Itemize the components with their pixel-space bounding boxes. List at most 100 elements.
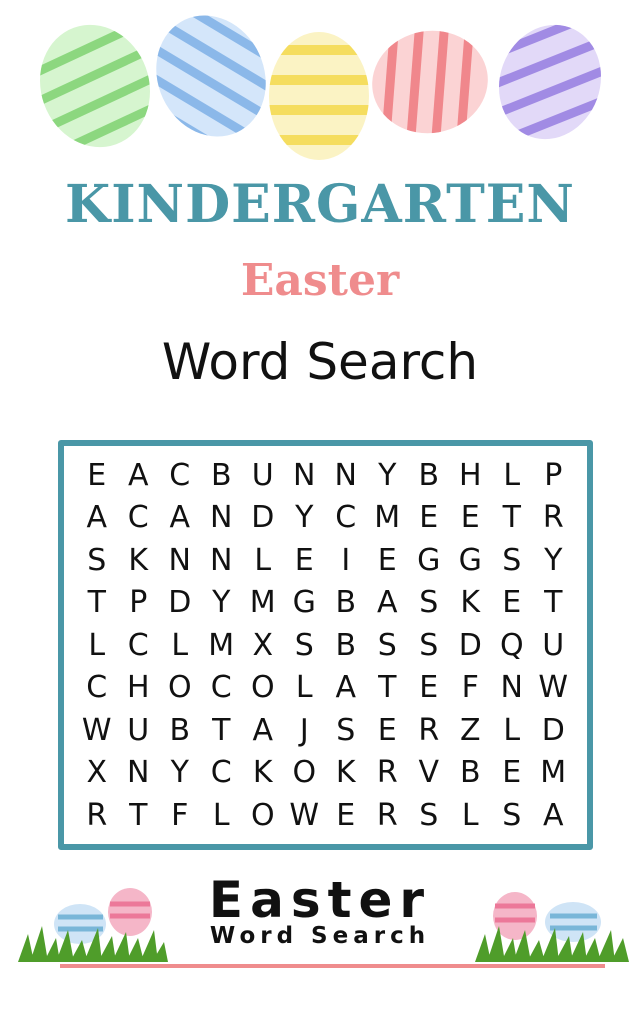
grid-cell[interactable]: Y: [533, 539, 575, 582]
grid-cell[interactable]: Y: [367, 454, 409, 497]
grid-cell[interactable]: N: [201, 497, 243, 540]
grid-cell[interactable]: G: [408, 539, 450, 582]
grid-cell[interactable]: L: [201, 794, 243, 837]
grid-cell[interactable]: K: [450, 582, 492, 625]
grid-cell[interactable]: S: [408, 794, 450, 837]
grid-cell[interactable]: H: [450, 454, 492, 497]
grid-cell[interactable]: X: [242, 624, 284, 667]
grid-cell[interactable]: Y: [201, 582, 243, 625]
grid-cell[interactable]: L: [284, 667, 326, 710]
grid-cell[interactable]: A: [159, 497, 201, 540]
grid-cell[interactable]: A: [367, 582, 409, 625]
grid-cell[interactable]: M: [242, 582, 284, 625]
grid-cell[interactable]: D: [533, 709, 575, 752]
grid-cell[interactable]: P: [118, 582, 160, 625]
grid-cell[interactable]: L: [450, 794, 492, 837]
grid-cell[interactable]: U: [533, 624, 575, 667]
grid-cell[interactable]: I: [325, 539, 367, 582]
grid-cell[interactable]: S: [408, 624, 450, 667]
grid-cell[interactable]: D: [159, 582, 201, 625]
grid-cell[interactable]: E: [450, 497, 492, 540]
grid-cell[interactable]: L: [491, 454, 533, 497]
grid-cell[interactable]: K: [118, 539, 160, 582]
grid-cell[interactable]: C: [325, 497, 367, 540]
grid-cell[interactable]: E: [367, 709, 409, 752]
grid-cell[interactable]: T: [533, 582, 575, 625]
grid-cell[interactable]: N: [201, 539, 243, 582]
grid-cell[interactable]: W: [284, 794, 326, 837]
grid-cell[interactable]: N: [284, 454, 326, 497]
grid-cell[interactable]: A: [118, 454, 160, 497]
grid-cell[interactable]: E: [408, 497, 450, 540]
grid-cell[interactable]: E: [325, 794, 367, 837]
grid-cell[interactable]: T: [201, 709, 243, 752]
grid-cell[interactable]: S: [325, 709, 367, 752]
grid-cell[interactable]: A: [533, 794, 575, 837]
grid-cell[interactable]: G: [450, 539, 492, 582]
grid-cell[interactable]: M: [533, 752, 575, 795]
grid-cell[interactable]: F: [450, 667, 492, 710]
grid-cell[interactable]: N: [325, 454, 367, 497]
grid-cell[interactable]: O: [284, 752, 326, 795]
grid-cell[interactable]: L: [76, 624, 118, 667]
grid-cell[interactable]: M: [201, 624, 243, 667]
grid-cell[interactable]: W: [533, 667, 575, 710]
grid-cell[interactable]: N: [118, 752, 160, 795]
grid-cell[interactable]: E: [491, 582, 533, 625]
grid-cell[interactable]: S: [491, 794, 533, 837]
grid-cell[interactable]: T: [118, 794, 160, 837]
grid-cell[interactable]: Y: [159, 752, 201, 795]
grid-cell[interactable]: A: [325, 667, 367, 710]
grid-cell[interactable]: L: [159, 624, 201, 667]
grid-cell[interactable]: B: [325, 624, 367, 667]
grid-cell[interactable]: E: [76, 454, 118, 497]
grid-cell[interactable]: E: [491, 752, 533, 795]
grid-cell[interactable]: X: [76, 752, 118, 795]
grid-cell[interactable]: O: [242, 667, 284, 710]
grid-cell[interactable]: S: [284, 624, 326, 667]
grid-cell[interactable]: E: [408, 667, 450, 710]
grid-cell[interactable]: A: [242, 709, 284, 752]
grid-cell[interactable]: C: [201, 752, 243, 795]
grid-cell[interactable]: J: [284, 709, 326, 752]
grid-cell[interactable]: T: [76, 582, 118, 625]
grid-cell[interactable]: B: [325, 582, 367, 625]
grid-cell[interactable]: E: [367, 539, 409, 582]
grid-cell[interactable]: U: [118, 709, 160, 752]
grid-cell[interactable]: B: [201, 454, 243, 497]
grid-cell[interactable]: R: [408, 709, 450, 752]
grid-cell[interactable]: R: [367, 794, 409, 837]
grid-cell[interactable]: S: [76, 539, 118, 582]
grid-cell[interactable]: O: [159, 667, 201, 710]
grid-cell[interactable]: D: [242, 497, 284, 540]
grid-cell[interactable]: N: [491, 667, 533, 710]
grid-cell[interactable]: H: [118, 667, 160, 710]
grid-cell[interactable]: C: [118, 624, 160, 667]
grid-cell[interactable]: R: [367, 752, 409, 795]
grid-cell[interactable]: O: [242, 794, 284, 837]
grid-cell[interactable]: Z: [450, 709, 492, 752]
grid-cell[interactable]: Y: [284, 497, 326, 540]
grid-cell[interactable]: C: [201, 667, 243, 710]
grid-cell[interactable]: Q: [491, 624, 533, 667]
grid-cell[interactable]: C: [76, 667, 118, 710]
grid-cell[interactable]: E: [284, 539, 326, 582]
grid-cell[interactable]: W: [76, 709, 118, 752]
grid-cell[interactable]: B: [408, 454, 450, 497]
grid-cell[interactable]: B: [159, 709, 201, 752]
grid-cell[interactable]: L: [242, 539, 284, 582]
grid-cell[interactable]: U: [242, 454, 284, 497]
grid-cell[interactable]: S: [408, 582, 450, 625]
grid-cell[interactable]: F: [159, 794, 201, 837]
grid-cell[interactable]: P: [533, 454, 575, 497]
grid-cell[interactable]: K: [242, 752, 284, 795]
grid-cell[interactable]: V: [408, 752, 450, 795]
grid-cell[interactable]: A: [76, 497, 118, 540]
grid-cell[interactable]: R: [533, 497, 575, 540]
grid-cell[interactable]: C: [159, 454, 201, 497]
grid-cell[interactable]: G: [284, 582, 326, 625]
grid-cell[interactable]: R: [76, 794, 118, 837]
grid-cell[interactable]: T: [491, 497, 533, 540]
grid-cell[interactable]: C: [118, 497, 160, 540]
grid-cell[interactable]: S: [491, 539, 533, 582]
